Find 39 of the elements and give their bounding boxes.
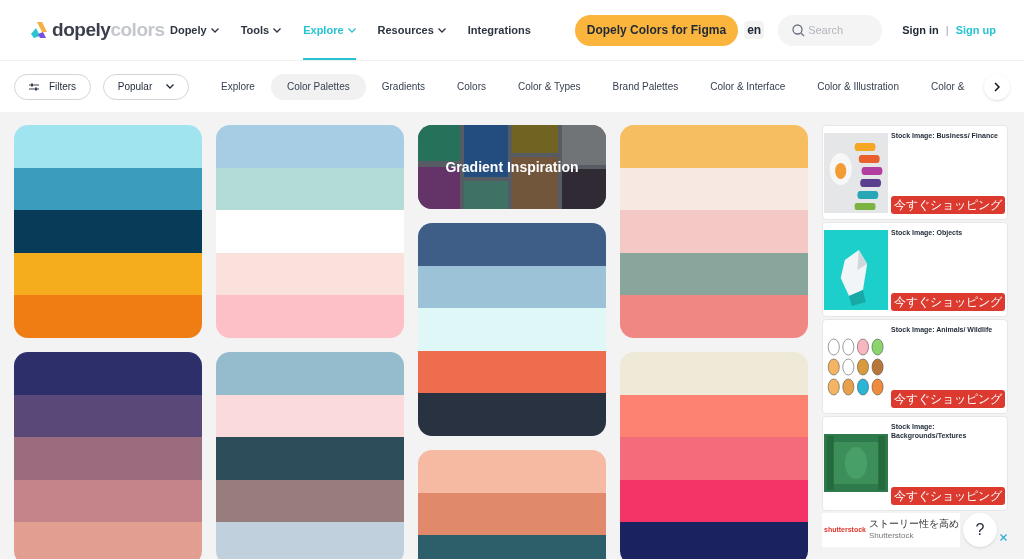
sliders-icon	[28, 82, 39, 91]
nav-link[interactable]: Dopely	[170, 0, 219, 60]
shop-button[interactable]: 今すぐショッピング	[891, 293, 1005, 311]
category-tab[interactable]: Color Palettes	[270, 73, 366, 100]
search-icon	[792, 23, 806, 37]
nav-link[interactable]: Integrations	[467, 0, 531, 60]
sign-in-link[interactable]: Sign in	[902, 21, 939, 39]
search-field[interactable]: Search	[778, 14, 883, 46]
nav-link[interactable]: Tools	[240, 0, 282, 60]
category-tab[interactable]: Color & Illustration	[801, 73, 915, 100]
palette-card[interactable]	[216, 351, 404, 559]
help-button[interactable]: ?	[963, 513, 997, 547]
palette-card[interactable]	[14, 351, 202, 559]
palette-card[interactable]	[418, 223, 606, 436]
language-button[interactable]: en	[744, 21, 765, 39]
chevron-down-icon	[166, 84, 175, 89]
chevron-right-icon	[994, 82, 1000, 92]
category-tab[interactable]: Brand Palettes	[596, 73, 695, 100]
ad-headline: ストーリー性を高め	[869, 518, 959, 530]
shop-button[interactable]: 今すぐショッピング	[891, 390, 1005, 408]
palette-card[interactable]	[620, 351, 808, 559]
figma-button[interactable]: Dopely Colors for Figma	[574, 14, 739, 46]
category-tab[interactable]: Colors	[441, 73, 502, 100]
palette-card[interactable]	[14, 125, 202, 338]
gradient-banner[interactable]: Gradient Inspiration	[418, 125, 606, 209]
banner-title: Gradient Inspiration	[445, 157, 579, 177]
category-tab[interactable]: Explore	[205, 73, 271, 100]
advertiser-name: Shutterstock	[869, 530, 915, 542]
logo-text[interactable]: dopelycolors	[52, 15, 165, 45]
category-tab[interactable]: Color &	[914, 73, 981, 100]
next-arrow-button[interactable]	[984, 74, 1010, 100]
category-tab[interactable]: Gradients	[365, 73, 442, 100]
nav-link[interactable]: Resources	[377, 0, 446, 60]
logo-icon	[28, 20, 50, 40]
separator: |	[945, 22, 949, 38]
category-tab[interactable]: Color & Types	[502, 73, 597, 100]
category-tab[interactable]: Color & Interface	[694, 73, 802, 100]
shop-button[interactable]: 今すぐショッピング	[891, 196, 1005, 214]
shop-button[interactable]: 今すぐショッピング	[891, 487, 1005, 505]
